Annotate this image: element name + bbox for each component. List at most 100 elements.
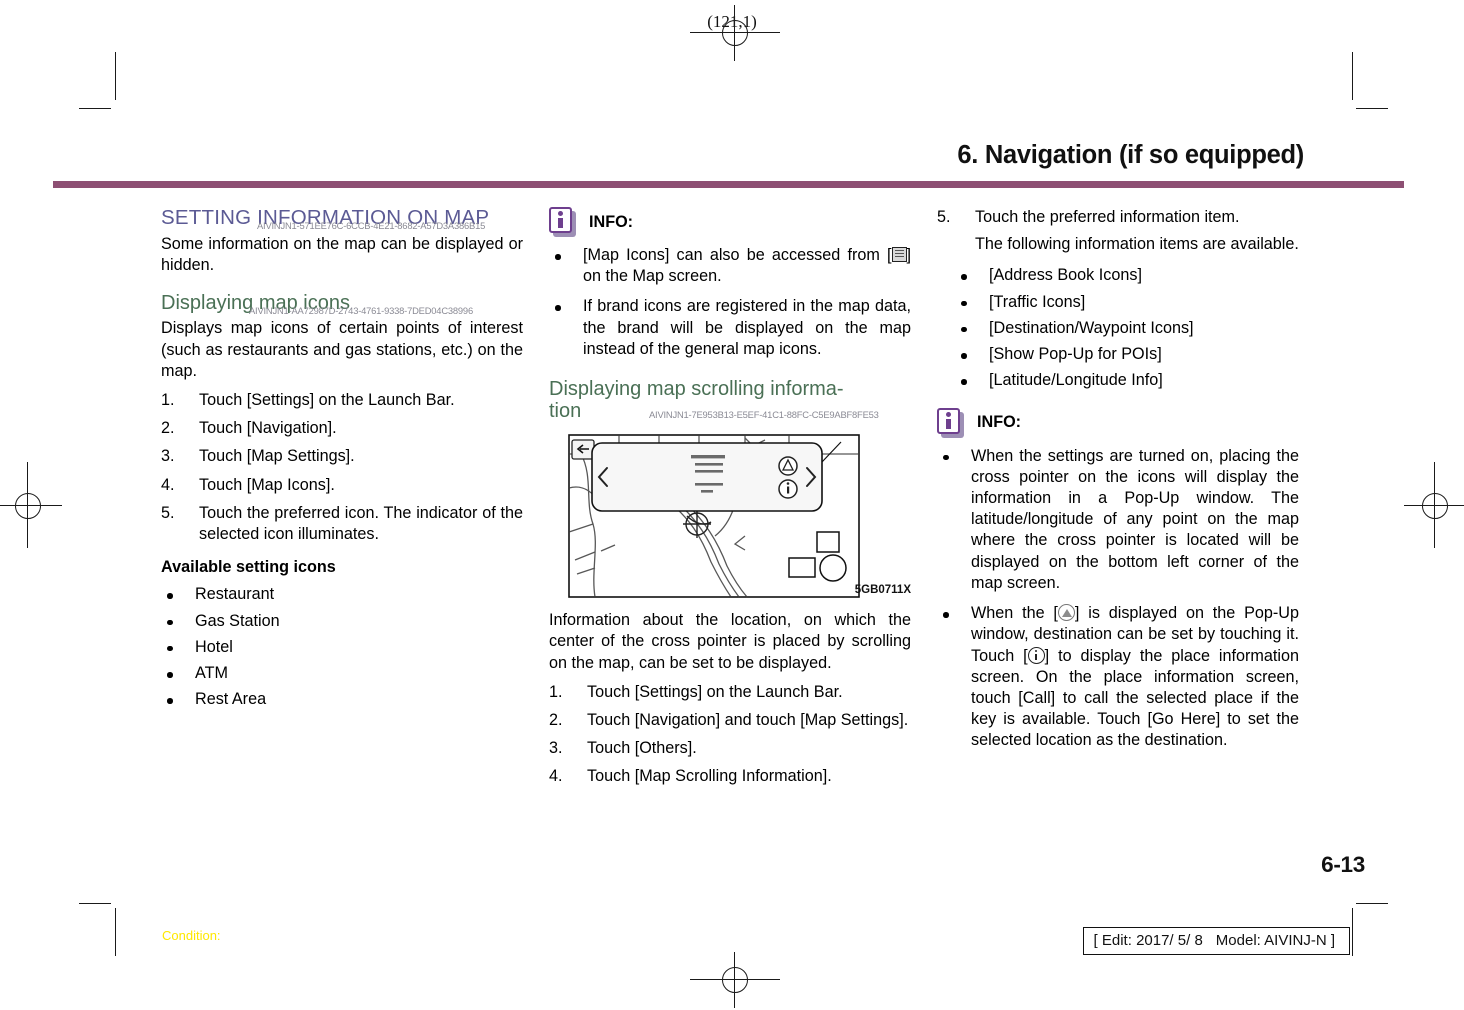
info-icon <box>937 407 964 438</box>
list-item: Hotel <box>161 637 523 658</box>
column-middle: INFO: [Map Icons] can also be accessed f… <box>549 207 911 795</box>
chapter-title: 6. Navigation (if so equipped) <box>957 141 1304 169</box>
list-item: [Traffic Icons] <box>937 292 1299 313</box>
page-number: 6-13 <box>1321 852 1365 877</box>
list-item: Rest Area <box>161 689 523 710</box>
registration-mark-top <box>690 5 780 61</box>
crop-mark-top-right-h <box>1356 108 1388 109</box>
information-items-list: [Address Book Icons] [Traffic Icons] [De… <box>937 265 1299 391</box>
step-text: Touch [Settings] on the Launch Bar. <box>199 391 455 410</box>
condition-label: Condition: <box>162 928 221 943</box>
info-label: INFO: <box>977 413 1022 432</box>
step-number: 1. <box>549 682 563 701</box>
info-item-step: 5. Touch the preferred information item.… <box>937 207 1299 255</box>
crop-mark-top-right-v <box>1352 52 1353 100</box>
subsection-title-map-icons: Displaying map icons AIVINJN1-AA72987D-2… <box>161 292 523 317</box>
list-item: [Address Book Icons] <box>937 265 1299 286</box>
list-item: Restaurant <box>161 584 523 605</box>
column-right: 5. Touch the preferred information item.… <box>937 207 1299 756</box>
step-item: 1. Touch [Settings] on the Launch Bar. <box>161 390 523 411</box>
list-item: [Map Icons] can also be accessed from []… <box>549 245 911 287</box>
step-subtext: The following information items are avai… <box>975 235 1299 254</box>
step-number: 3. <box>161 447 175 466</box>
info-bullets-middle: [Map Icons] can also be accessed from []… <box>549 245 911 360</box>
crop-mark-top-left-v <box>115 52 116 100</box>
step-item: 2. Touch [Navigation] and touch [Map Set… <box>549 710 911 731</box>
available-icons-list: Restaurant Gas Station Hotel ATM Rest Ar… <box>161 584 523 710</box>
step-item: 3. Touch [Others]. <box>549 738 911 759</box>
info-icon <box>549 207 576 237</box>
figure-illustration <box>568 434 860 598</box>
step-number: 5. <box>161 503 175 522</box>
step-number: 4. <box>161 475 175 494</box>
crop-mark-bottom-right-h <box>1356 903 1388 904</box>
step-number: 2. <box>161 419 175 438</box>
list-item: When the settings are turned on, placing… <box>937 446 1299 595</box>
registration-mark-left <box>0 462 62 548</box>
document-page: (121,1) 6. Navigation (if so equipped) S… <box>0 0 1464 1010</box>
column-left: SETTING INFORMATION ON MAP AIVINJN1-571E… <box>161 206 523 716</box>
step-text: Touch [Others]. <box>587 739 697 758</box>
step-text: Touch [Map Icons]. <box>199 475 335 494</box>
crop-mark-bottom-left-h <box>79 903 111 904</box>
step-number: 1. <box>161 391 175 410</box>
map-scrolling-body: Information about the location, on which… <box>549 611 911 672</box>
map-list-icon <box>891 247 907 262</box>
list-item: [Show Pop-Up for POIs] <box>937 344 1299 365</box>
crop-mark-bottom-left-v <box>115 908 116 956</box>
info-circle-icon <box>1027 646 1045 664</box>
subsection-title-map-scrolling: Displaying map scrolling informa- tion A… <box>549 378 911 422</box>
section-title: SETTING INFORMATION ON MAP AIVINJN1-571E… <box>161 206 523 231</box>
edit-info-box: [ Edit: 2017/ 5/ 8 Model: AIVINJ-N ] <box>1082 927 1350 955</box>
info-box-header: INFO: <box>937 407 1299 438</box>
step-text: Touch [Map Settings]. <box>199 447 355 466</box>
step-number: 5. <box>937 208 951 226</box>
map-icons-steps: 1. Touch [Settings] on the Launch Bar. 2… <box>161 390 523 545</box>
step-text: Touch the preferred icon. The indicator … <box>199 503 523 544</box>
step-item: 4. Touch [Map Scrolling Information]. <box>549 766 911 787</box>
step-item: 5. Touch the preferred information item.… <box>937 207 1299 255</box>
list-item: If brand icons are registered in the map… <box>549 296 911 360</box>
subsection-intro: Displays map icons of certain points of … <box>161 319 523 380</box>
subsection-doc-id: AIVINJN1-AA72987D-2743-4761-9338-7DED04C… <box>249 305 473 317</box>
edit-model: Model: AIVINJ-N ] <box>1215 932 1335 949</box>
step-item: 4. Touch [Map Icons]. <box>161 475 523 496</box>
step-item: 3. Touch [Map Settings]. <box>161 446 523 467</box>
section-intro: Some information on the map can be displ… <box>161 234 523 275</box>
list-item: When the [] is displayed on the Pop-Up w… <box>937 603 1299 752</box>
step-number: 3. <box>549 739 563 758</box>
info-label: INFO: <box>589 212 634 231</box>
step-item: 2. Touch [Navigation]. <box>161 418 523 439</box>
subsection-title-line1: Displaying map scrolling informa- <box>549 378 844 401</box>
header-rule <box>53 181 1404 188</box>
list-item: [Destination/Waypoint Icons] <box>937 318 1299 339</box>
step-text: Touch [Settings] on the Launch Bar. <box>587 682 843 701</box>
destination-circle-icon <box>1057 604 1075 622</box>
step-item: 5. Touch the preferred icon. The indicat… <box>161 503 523 545</box>
registration-mark-right <box>1404 462 1464 548</box>
subsection-title-line2: tion <box>549 400 582 423</box>
step-text: Touch the preferred information item. <box>975 208 1240 226</box>
available-icons-heading: Available setting icons <box>161 558 336 577</box>
subsection-doc-id: AIVINJN1-7E953B13-E5EF-41C1-88FC-C5E9ABF… <box>649 409 879 421</box>
registration-mark-bottom <box>690 952 780 1008</box>
step-text: Touch [Map Scrolling Information]. <box>587 767 832 786</box>
list-item: ATM <box>161 663 523 684</box>
crop-mark-top-left-h <box>79 108 111 109</box>
figure-map-scrolling: 5GB0711X <box>549 432 911 602</box>
edit-date: [ Edit: 2017/ 5/ 8 <box>1093 932 1203 949</box>
map-scrolling-steps: 1. Touch [Settings] on the Launch Bar. 2… <box>549 682 911 788</box>
step-item: 1. Touch [Settings] on the Launch Bar. <box>549 682 911 703</box>
list-item: [Latitude/Longitude Info] <box>937 370 1299 391</box>
step-text: Touch [Navigation] and touch [Map Settin… <box>587 710 909 729</box>
list-item: Gas Station <box>161 611 523 632</box>
info-bullet-text-a: When the [ <box>971 604 1058 623</box>
section-doc-id: AIVINJN1-571EE76C-6CCB-4E21-8682-A57D3A3… <box>257 220 486 231</box>
step-number: 2. <box>549 710 563 729</box>
step-text: Touch [Navigation]. <box>199 419 337 438</box>
info-bullets-right: When the settings are turned on, placing… <box>937 446 1299 752</box>
crop-mark-bottom-right-v <box>1352 908 1353 956</box>
figure-id: 5GB0711X <box>854 584 911 597</box>
step-number: 4. <box>549 767 563 786</box>
info-box-header: INFO: <box>549 207 911 237</box>
